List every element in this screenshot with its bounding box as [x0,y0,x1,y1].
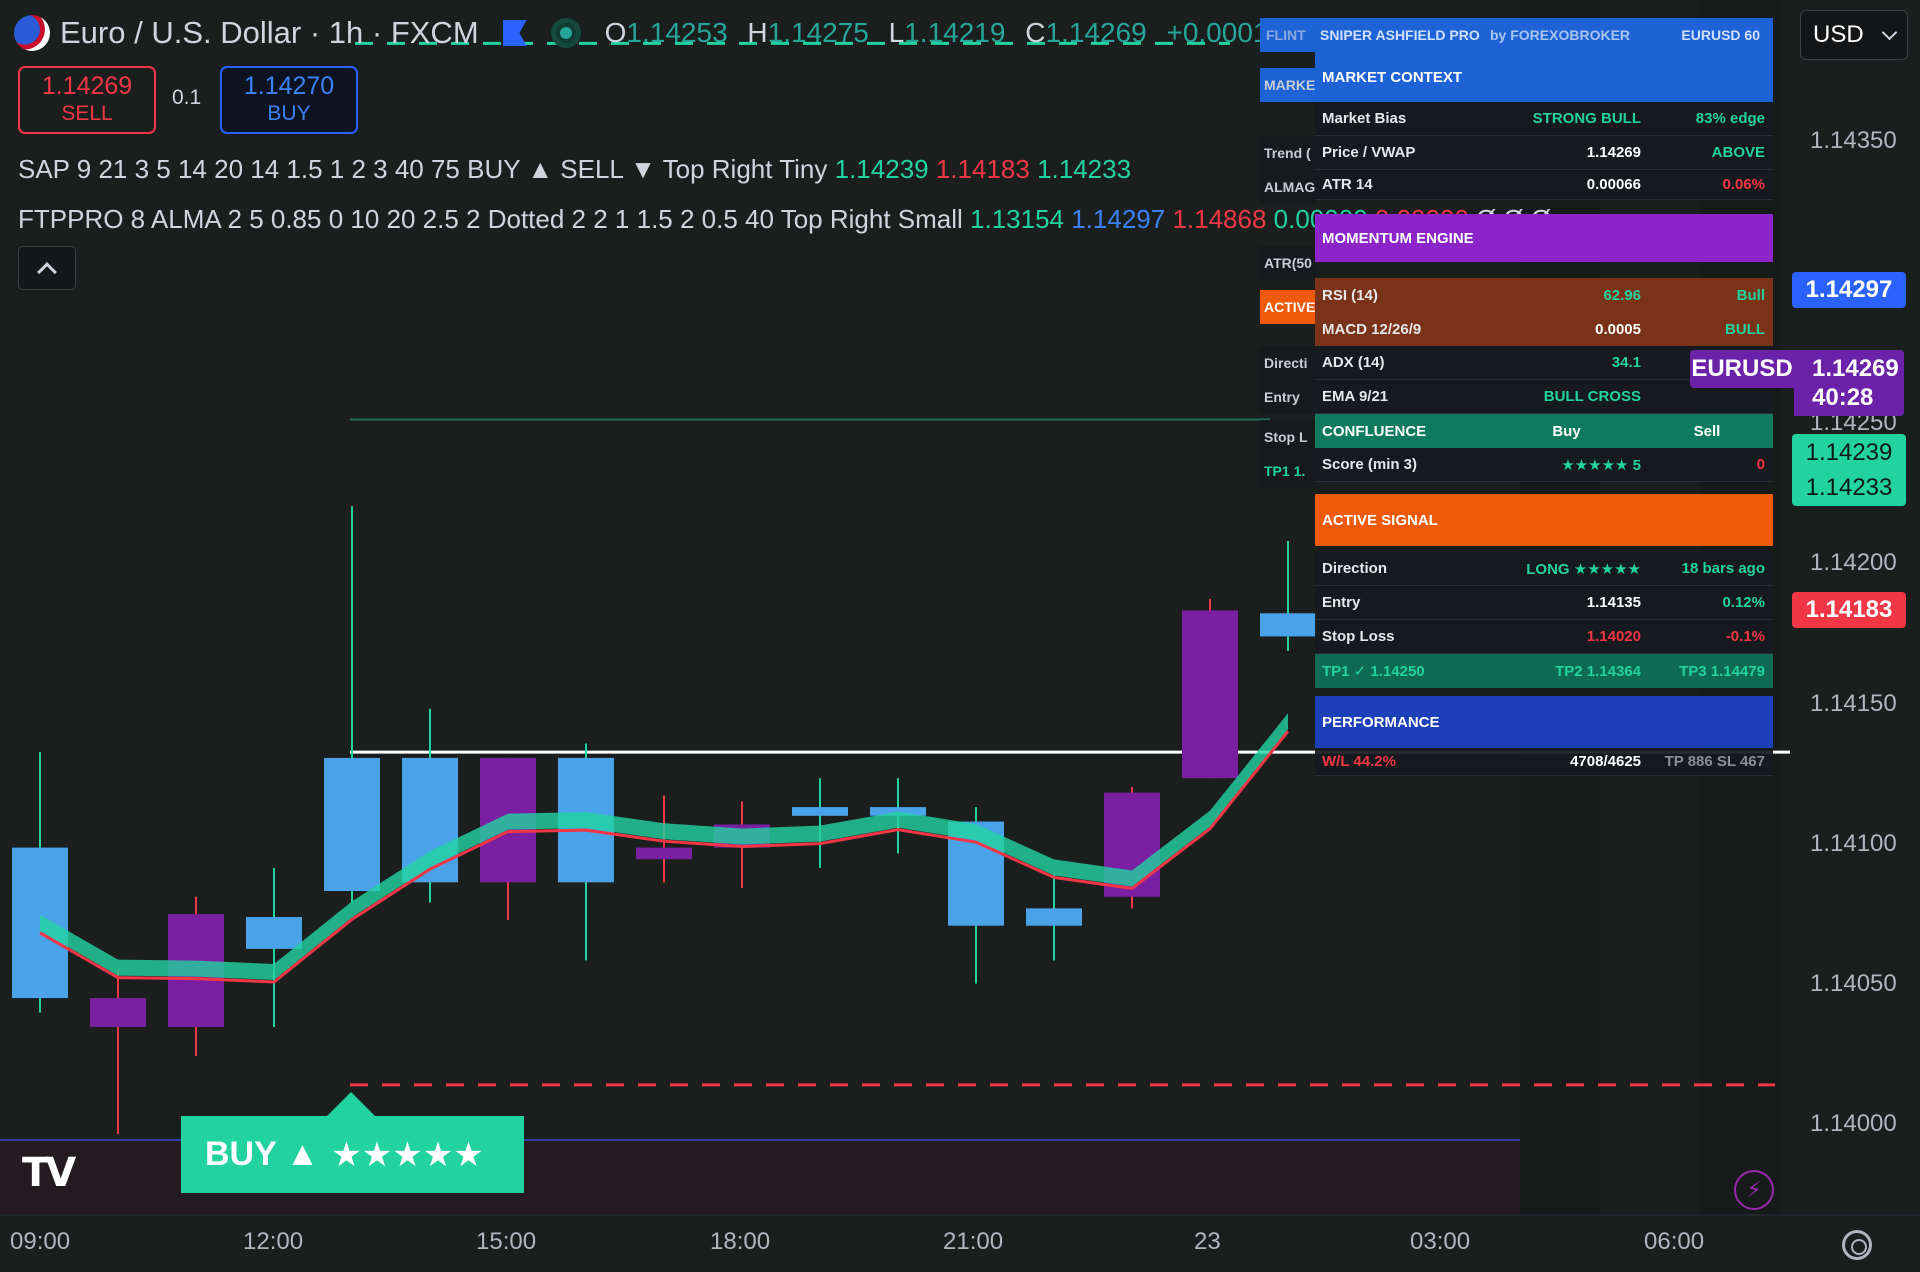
panel-section-performance: PERFORMANCE [1315,696,1773,748]
price-tag-red: 1.14183 [1792,592,1906,628]
time-axis-label: 23 [1194,1228,1221,1255]
left-label: TP1 1. [1260,454,1316,488]
indicator-sap-legend[interactable]: SAP 9 21 3 5 14 20 14 1.5 1 2 3 40 75 BU… [18,154,1131,185]
time-axis-label: 03:00 [1410,1228,1471,1255]
candle-body [636,847,692,860]
candle-body [90,998,146,1027]
candle-body [1260,613,1316,637]
panel-row: W/L 44.2% 4708/4625 TP 886 SL 467 [1315,748,1773,776]
price-tag-green-stack: 1.14239 1.14233 [1792,434,1906,506]
candle-body [324,757,380,891]
currency-select[interactable]: USD [1800,10,1908,60]
panel-section-market-context: MARKET CONTEXT [1315,52,1773,102]
panel-row: RSI (14) 62.96 Bull [1315,278,1773,312]
panel-title-bar: FLINT SNIPER ASHFIELD PRO by FOREXOBROKE… [1260,18,1773,52]
symbol-title[interactable]: Euro / U.S. Dollar · 1h · FXCM [60,15,479,51]
panel-row: TP1 ✓ 1.14250 TP2 1.14364 TP3 1.14479 [1315,654,1773,688]
buy-button[interactable]: 1.14270 BUY [220,66,358,134]
symbol-tag: EURUSD [1690,350,1794,388]
bookmark-flag-icon[interactable] [502,20,527,46]
panel-row: Market Bias STRONG BULL 83% edge [1315,102,1773,136]
left-label: ACTIVE [1260,290,1316,324]
time-axis-label: 06:00 [1644,1228,1705,1255]
candle-body [1182,610,1238,779]
price-axis-label: 1.14100 [1810,830,1897,857]
panel-row: MACD 12/26/9 0.0005 BULL [1315,312,1773,346]
left-label: MARKE [1260,68,1316,102]
panel-row: Score (min 3) ★★★★★ 50 [1315,448,1773,482]
buy-signal-label: BUY ▲ ★★★★★ [181,1092,524,1193]
time-axis-label: 15:00 [476,1228,537,1255]
panel-section-active-signal: ACTIVE SIGNAL [1315,494,1773,546]
lightning-icon[interactable]: ⚡ [1734,1170,1774,1210]
panel-section-momentum: MOMENTUM ENGINE [1315,214,1773,262]
market-open-status-icon [550,18,581,48]
current-price-tag: 1.14269 40:28 [1794,350,1904,416]
price-tag-blue: 1.14297 [1792,272,1906,308]
chart-header: Euro / U.S. Dollar · 1h · FXCM O1.14253 … [14,10,1418,56]
candle-body [246,917,302,949]
sell-button[interactable]: 1.14269 SELL [18,66,156,134]
spread-value: 0.1 [172,86,202,109]
left-label: Trend ( [1260,136,1316,170]
collapse-legend-button[interactable] [18,246,76,290]
left-label: Directi [1260,346,1316,380]
chevron-down-icon [1881,24,1898,41]
time-axis-label: 21:00 [943,1228,1004,1255]
left-label: ATR(50 [1260,246,1316,280]
price-axis-label: 1.14150 [1810,690,1897,717]
price-axis-label: 1.14200 [1810,549,1897,576]
gear-icon[interactable] [1842,1230,1872,1260]
panel-section-confluence: CONFLUENCE Buy Sell [1315,414,1773,448]
price-axis-label: 1.14350 [1810,127,1897,154]
candle-body [792,807,848,816]
price-axis-label: 1.14050 [1810,970,1897,997]
left-label: Stop L [1260,420,1316,454]
chevron-up-icon [37,261,57,282]
eu-us-flag-icon [14,15,50,51]
time-axis-label: 09:00 [10,1228,71,1255]
panel-row: Stop Loss 1.14020 -0.1% [1315,620,1773,654]
left-label: ALMAG [1260,170,1316,204]
panel-row: ATR 14 0.00066 0.06% [1315,170,1773,200]
tradingview-logo[interactable]: TV [22,1150,76,1196]
time-axis-label: 12:00 [243,1228,304,1255]
price-axis-label: 1.14000 [1810,1110,1897,1137]
candle-body [1026,908,1082,926]
left-label: Entry [1260,380,1316,414]
time-axis-label: 18:00 [710,1228,771,1255]
panel-row: Entry 1.14135 0.12% [1315,586,1773,620]
panel-row: Direction LONG ★★★★★ 18 bars ago [1315,552,1773,586]
panel-row: Price / VWAP 1.14269 ABOVE [1315,136,1773,170]
